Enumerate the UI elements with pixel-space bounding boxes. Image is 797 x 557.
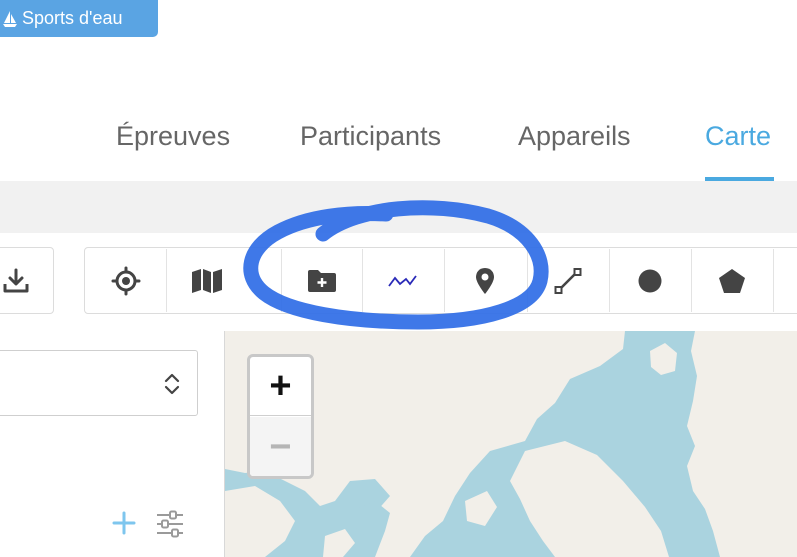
- draw-circle-icon: [637, 268, 663, 294]
- tab-epreuves[interactable]: Épreuves: [116, 112, 230, 160]
- download-button[interactable]: [0, 249, 53, 312]
- tab-appareils[interactable]: Appareils: [518, 112, 631, 160]
- subheader-band: [0, 181, 797, 233]
- draw-line-button[interactable]: [527, 249, 607, 312]
- plus-icon[interactable]: [111, 510, 137, 541]
- sliders-icon[interactable]: [155, 510, 185, 543]
- sailboat-icon: [2, 10, 18, 28]
- route-line-button[interactable]: [362, 249, 442, 312]
- draw-line-icon: [554, 267, 582, 295]
- zoom-in-button[interactable]: +: [250, 357, 311, 416]
- zoom-control: + −: [247, 354, 314, 479]
- crosshair-locate-icon: [111, 266, 141, 296]
- draw-polygon-button[interactable]: [691, 249, 771, 312]
- toolbar-overflow: [773, 249, 797, 312]
- zoom-in-label: +: [269, 365, 292, 407]
- tab-participants[interactable]: Participants: [300, 112, 441, 160]
- tab-carte[interactable]: Carte: [705, 112, 771, 160]
- draw-polygon-icon: [718, 268, 746, 294]
- add-folder-button[interactable]: [281, 249, 361, 312]
- zoom-out-label: −: [269, 425, 292, 468]
- badge-label: Sports d'eau: [22, 8, 123, 28]
- add-folder-icon: [307, 268, 337, 294]
- route-line-icon: [387, 271, 419, 291]
- category-badge[interactable]: Sports d'eau: [0, 0, 158, 37]
- map-layers-icon: [191, 268, 223, 294]
- draw-circle-button[interactable]: [609, 249, 689, 312]
- locate-button[interactable]: [86, 249, 166, 312]
- select-toggle-icon: [163, 372, 181, 401]
- download-icon: [2, 267, 30, 295]
- zoom-out-button[interactable]: −: [250, 417, 311, 476]
- map-marker-icon: [474, 267, 496, 295]
- marker-button[interactable]: [444, 249, 524, 312]
- map-layers-button[interactable]: [166, 249, 246, 312]
